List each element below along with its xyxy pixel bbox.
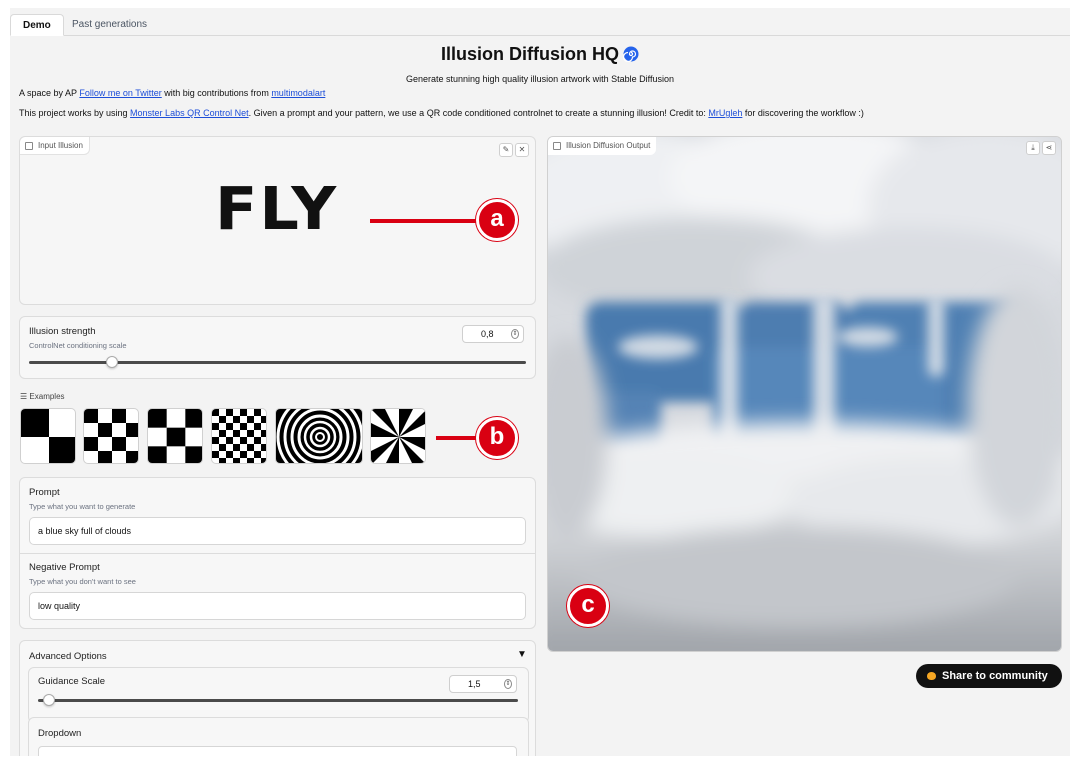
checker-pattern-icon <box>21 409 75 463</box>
output-label: Illusion Diffusion Output <box>548 137 657 155</box>
annotation-marker-a: a <box>476 199 518 241</box>
prompts-panel: Prompt Type what you want to generate a … <box>19 477 536 629</box>
swirl-pattern-icon <box>371 409 425 463</box>
illusion-strength-title: Illusion strength <box>29 326 96 337</box>
twitter-link[interactable]: Follow me on Twitter <box>79 88 161 98</box>
guidance-scale-title: Guidance Scale <box>38 676 106 687</box>
share-icon[interactable]: ⋖ <box>1042 141 1056 155</box>
prompt-title: Prompt <box>29 487 60 498</box>
example-spiral-swirl[interactable] <box>370 408 426 464</box>
example-spiral-circles[interactable] <box>275 408 363 464</box>
negative-prompt-title: Negative Prompt <box>29 562 100 573</box>
negative-prompt-input[interactable]: low quality <box>29 592 526 620</box>
example-checker-6x6[interactable] <box>211 408 267 464</box>
mrugleh-link[interactable]: MrUgleh <box>708 108 742 118</box>
page-subtitle: Generate stunning high quality illusion … <box>406 74 674 84</box>
share-to-community-button[interactable]: Share to community <box>916 664 1062 688</box>
multimodalart-link[interactable]: multimodalart <box>271 88 325 98</box>
annotation-a-line <box>370 219 482 223</box>
spiral-pattern-icon <box>276 409 362 463</box>
image-icon <box>25 142 33 150</box>
close-icon[interactable]: ✕ <box>515 143 529 157</box>
hugging-face-icon <box>927 672 936 680</box>
illusion-strength-slider[interactable] <box>29 361 526 364</box>
checker-pattern-icon <box>84 409 138 463</box>
output-image-panel[interactable]: Illusion Diffusion Output ⤓ ⋖ <box>547 136 1062 652</box>
credits-line-1: A space by AP Follow me on Twitter with … <box>19 88 326 98</box>
dropdown-title: Dropdown <box>38 728 82 739</box>
guidance-scale-slider-thumb[interactable] <box>43 694 55 706</box>
download-icon[interactable]: ⤓ <box>1026 141 1040 155</box>
fly-illusion-image: FLY <box>215 173 339 244</box>
guidance-scale-panel: Guidance Scale 1,5 ⇕ <box>28 667 529 723</box>
dropdown-select[interactable] <box>38 746 517 756</box>
stepper-icon[interactable]: ⇕ <box>511 329 519 339</box>
divider <box>20 553 535 554</box>
credits-line-2: This project works by using Monster Labs… <box>19 108 864 118</box>
advanced-options-title[interactable]: Advanced Options <box>29 651 107 662</box>
illusion-strength-input[interactable]: 0,8 ⇕ <box>462 325 524 343</box>
annotation-marker-b: b <box>476 417 518 459</box>
prompt-input[interactable]: a blue sky full of clouds <box>29 517 526 545</box>
annotation-b-line <box>436 436 476 440</box>
tab-past-generations[interactable]: Past generations <box>60 14 159 36</box>
guidance-scale-input[interactable]: 1,5 ⇕ <box>449 675 517 693</box>
illusion-strength-panel: Illusion strength ControlNet conditionin… <box>19 316 536 379</box>
checker-pattern-icon <box>148 409 202 463</box>
cloud-illusion-image <box>548 137 1061 651</box>
input-illusion-label: Input Illusion <box>20 137 90 155</box>
spiral-emoji-icon <box>623 46 639 62</box>
image-icon <box>553 142 561 150</box>
illusion-strength-info: ControlNet conditioning scale <box>29 341 127 350</box>
tab-demo[interactable]: Demo <box>10 14 64 36</box>
monster-labs-link[interactable]: Monster Labs QR Control Net <box>130 108 249 118</box>
pencil-icon[interactable]: ✎ <box>499 143 513 157</box>
illusion-strength-slider-thumb[interactable] <box>106 356 118 368</box>
examples-label: ☰ Examples <box>20 392 65 401</box>
tab-bar: Demo Past generations <box>10 14 1070 36</box>
example-checker-2x2[interactable] <box>20 408 76 464</box>
app-window: Demo Past generations Illusion Diffusion… <box>10 8 1070 756</box>
page-title: Illusion Diffusion HQ <box>10 44 1070 65</box>
example-checker-3x3[interactable] <box>147 408 203 464</box>
guidance-scale-slider[interactable] <box>38 699 518 702</box>
prompt-info: Type what you want to generate <box>29 502 136 511</box>
chevron-down-icon[interactable]: ▼ <box>517 649 527 660</box>
stepper-icon[interactable]: ⇕ <box>504 679 512 689</box>
advanced-options-panel: Advanced Options ▼ Guidance Scale 1,5 ⇕ D… <box>19 640 536 756</box>
negative-prompt-info: Type what you don't want to see <box>29 577 136 586</box>
example-checker-4x4[interactable] <box>83 408 139 464</box>
checker-pattern-icon <box>212 409 266 463</box>
annotation-marker-c: c <box>567 585 609 627</box>
dropdown-panel: Dropdown <box>28 717 529 756</box>
